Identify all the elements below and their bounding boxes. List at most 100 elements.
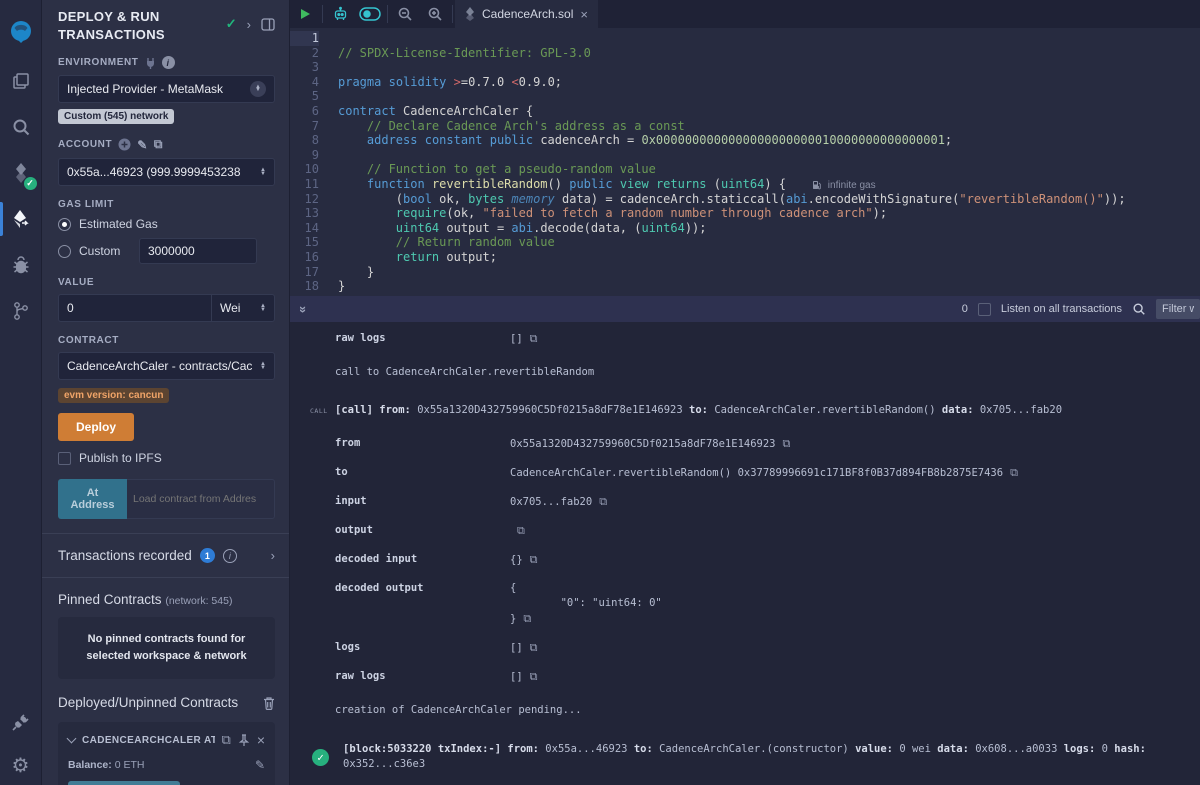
file-explorer-icon[interactable]	[0, 58, 42, 104]
pinned-empty-message: No pinned contracts found for selected w…	[58, 617, 275, 679]
tx-info-icon[interactable]: i	[223, 549, 237, 563]
terminal-header: » 0 Listen on all transactions	[290, 296, 1200, 322]
custom-gas-option[interactable]: Custom	[58, 238, 275, 264]
code-line: pragma solidity >=0.7.0 <0.9.0;	[338, 75, 1200, 90]
account-select[interactable]: 0x55a...46923 (999.9999453238 ▲▼	[58, 158, 275, 186]
fn-cadencearch-button[interactable]: cadenceArch	[68, 781, 180, 785]
remove-contract-icon[interactable]: ×	[257, 732, 265, 748]
close-tab-icon[interactable]: ×	[580, 7, 588, 22]
plugin-manager-icon[interactable]	[0, 699, 42, 745]
sign-message-icon[interactable]: ✎	[137, 138, 148, 152]
line-number: 6	[290, 104, 319, 119]
evm-version-badge: evm version: cancun	[58, 388, 169, 403]
main-area: CadenceArch.sol × 1234567891011121314151…	[290, 0, 1200, 785]
code-line	[338, 60, 1200, 75]
account-label: ACCOUNT ✎ ⧉	[58, 137, 275, 152]
at-address-button[interactable]: At Address	[58, 479, 127, 519]
checkbox-icon	[58, 452, 71, 465]
terminal-kv-row: logs[]⧉	[335, 640, 1200, 656]
add-account-icon[interactable]	[118, 138, 131, 151]
code-line: // Declare Cadence Arch's address as a c…	[338, 119, 1200, 134]
git-icon[interactable]	[0, 288, 42, 334]
environment-select[interactable]: Injected Provider - MetaMask ▲▼	[58, 75, 275, 103]
code-editor[interactable]: 123456789101112131415161718 // SPDX-Lice…	[290, 28, 1200, 296]
expand-terminal-icon[interactable]: »	[296, 305, 311, 312]
select-stepper-icon: ▲▼	[260, 362, 266, 370]
copy-icon[interactable]: ⧉	[530, 670, 538, 683]
environment-label: ENVIRONMENT i	[58, 56, 275, 69]
transactions-recorded-row[interactable]: Transactions recorded 1 i ›	[58, 534, 275, 577]
toolbar-separator	[387, 5, 388, 23]
code-line: // Return random value	[338, 235, 1200, 250]
zoom-out-icon[interactable]	[390, 0, 420, 28]
solidity-compiler-icon[interactable]: ✓	[0, 150, 42, 196]
run-script-button[interactable]	[290, 0, 320, 28]
remix-logo[interactable]	[0, 6, 42, 58]
copy-address-icon[interactable]: ⧉	[222, 732, 231, 748]
code-line: // Function to get a pseudo-random value	[338, 162, 1200, 177]
settings-icon[interactable]: ⚙	[0, 745, 42, 785]
tx-count-badge: 1	[200, 548, 215, 563]
divider	[42, 577, 289, 578]
publish-ipfs-option[interactable]: Publish to IPFS	[58, 451, 275, 465]
value-input[interactable]: 0	[58, 294, 211, 322]
copy-icon[interactable]: ⧉	[599, 495, 607, 508]
code-line	[338, 148, 1200, 163]
code-line: uint64 output = abi.decode(data, (uint64…	[338, 221, 1200, 236]
estimated-gas-option[interactable]: Estimated Gas	[58, 217, 275, 231]
copy-icon[interactable]: ⧉	[783, 437, 791, 450]
ai-assistant-icon[interactable]	[325, 0, 355, 28]
code-line: (bool ok, bytes memory data) = cadenceAr…	[338, 192, 1200, 207]
value-unit-select[interactable]: Wei ▲▼	[211, 294, 275, 322]
select-stepper-icon: ▲▼	[260, 168, 266, 176]
copilot-toggle-icon[interactable]	[355, 0, 385, 28]
copy-icon[interactable]: ⧉	[1010, 466, 1018, 479]
terminal-search-icon[interactable]	[1132, 302, 1146, 316]
deploy-run-panel: DEPLOY & RUN TRANSACTIONS ✓ › ENVIRONMEN…	[42, 0, 290, 785]
copy-icon[interactable]: ⧉	[523, 612, 531, 625]
copy-icon[interactable]: ⧉	[530, 553, 538, 566]
select-stepper-icon: ▲▼	[260, 304, 266, 312]
environment-info-icon[interactable]: i	[162, 56, 175, 69]
zoom-in-icon[interactable]	[420, 0, 450, 28]
contract-label: CONTRACT	[58, 335, 275, 346]
tab-label: CadenceArch.sol	[482, 7, 573, 21]
trash-icon[interactable]	[263, 696, 275, 710]
code-line: address constant public cadenceArch = 0x…	[338, 133, 1200, 148]
copy-icon[interactable]: ⧉	[530, 641, 538, 654]
tx-expand-icon[interactable]: ›	[271, 548, 275, 563]
custom-gas-input[interactable]	[139, 238, 257, 264]
radio-icon	[58, 245, 71, 258]
terminal-call-log[interactable]: call[call] from: 0x55a1320D432759960C5Df…	[310, 402, 1200, 419]
plug-icon[interactable]	[145, 57, 156, 69]
copy-account-icon[interactable]: ⧉	[154, 137, 163, 152]
play-icon	[301, 9, 310, 19]
pin-panel-icon[interactable]	[261, 18, 275, 31]
deploy-button[interactable]: Deploy	[58, 413, 134, 441]
terminal-kv-row: decoded input{}⧉	[335, 552, 1200, 568]
terminal-filter-input[interactable]	[1156, 299, 1200, 319]
contract-select[interactable]: CadenceArchCaler - contracts/Cac ▲▼	[58, 352, 275, 380]
network-badge: Custom (545) network	[58, 109, 174, 124]
line-number: 10	[290, 162, 319, 177]
deploy-run-icon[interactable]	[0, 196, 42, 242]
debugger-icon[interactable]	[0, 242, 42, 288]
panel-forward-icon[interactable]: ›	[247, 17, 251, 32]
listen-checkbox[interactable]	[978, 303, 991, 316]
copy-icon[interactable]: ⧉	[517, 524, 525, 537]
collapse-icon[interactable]	[67, 734, 77, 744]
code-line: }	[338, 279, 1200, 294]
terminal-kv-row: decoded output{ "0": "uint64: 0"}⧉	[335, 581, 1200, 627]
at-address-input[interactable]	[127, 479, 275, 519]
edit-balance-icon[interactable]: ✎	[255, 758, 265, 772]
remix-app: ✓ ⚙ DEPLOY & RUN TRANSACTIONS ✓ ›	[0, 0, 1200, 785]
line-number: 18	[290, 279, 319, 294]
terminal-tx-log[interactable]: ✓[block:5033220 txIndex:-] from: 0x55a..…	[312, 742, 1200, 772]
terminal-rows[interactable]: raw logs[]⧉call to CadenceArchCaler.reve…	[290, 322, 1200, 785]
pin-contract-icon[interactable]	[238, 734, 250, 747]
code-line: }	[338, 265, 1200, 280]
copy-icon[interactable]: ⧉	[530, 332, 538, 345]
tab-cadencearch-sol[interactable]: CadenceArch.sol ×	[455, 0, 598, 28]
value-label: VALUE	[58, 277, 275, 288]
search-icon[interactable]	[0, 104, 42, 150]
